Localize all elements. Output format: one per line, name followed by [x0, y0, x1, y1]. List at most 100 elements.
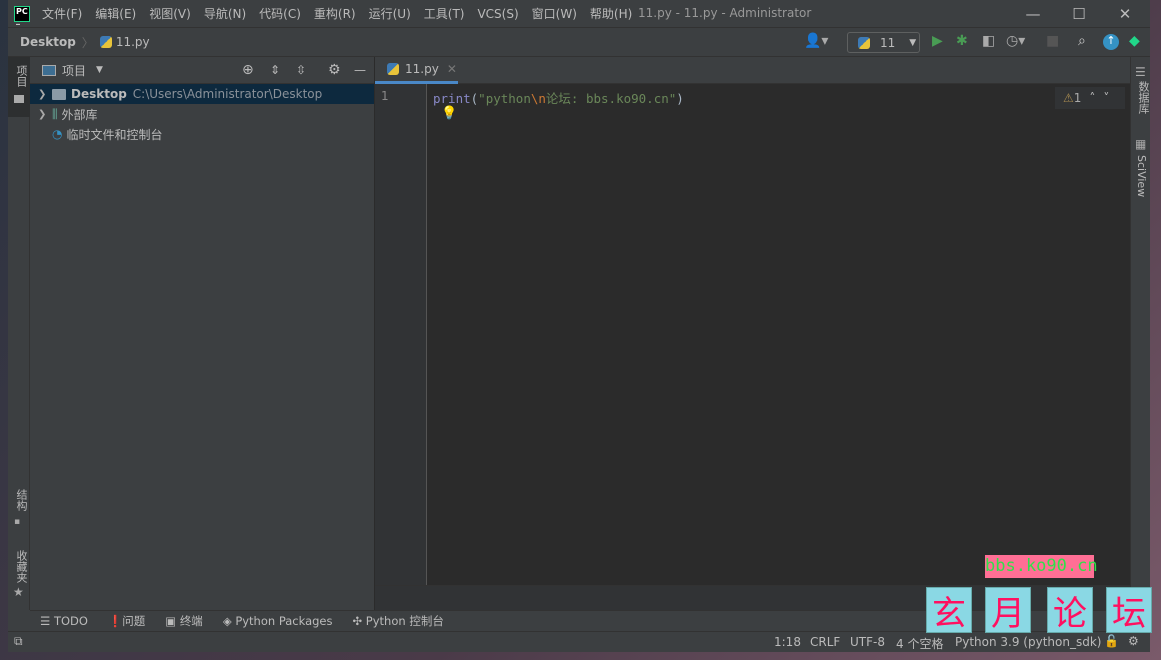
- python-icon: [858, 36, 870, 49]
- locate-icon[interactable]: ⊕: [242, 62, 254, 78]
- gear-icon[interactable]: ⚙: [328, 62, 341, 78]
- bottom-tool-tabs: ☰ TODO ❗问题 ▣ 终端 ◈ Python Packages ✣ Pyth…: [30, 610, 1150, 631]
- project-panel: 项目 ▼ ⊕ ⇕ ⇳ ⚙ — ❯ Desktop C:\Users\Admini…: [30, 57, 375, 610]
- close-tab-icon[interactable]: ✕: [447, 62, 457, 76]
- tree-item-desktop[interactable]: ❯ Desktop C:\Users\Administrator\Desktop: [30, 84, 374, 104]
- database-icon: ☰: [1135, 65, 1146, 79]
- favorites-tool-button[interactable]: 收藏夹: [13, 550, 29, 583]
- sciview-icon: ▦: [1135, 137, 1147, 151]
- watermark-char: 坛: [1106, 587, 1152, 634]
- python-interpreter[interactable]: Python 3.9 (python_sdk): [955, 635, 1101, 649]
- warning-icon: ⚠1: [1063, 91, 1082, 105]
- tree-item-scratches[interactable]: ◔ 临时文件和控制台: [30, 124, 374, 144]
- folder-icon: [14, 95, 24, 103]
- title-bar: PC _ 文件(F) 编辑(E) 视图(V) 导航(N) 代码(C) 重构(R) 运行(U) 工…: [8, 0, 1150, 28]
- event-log-icon[interactable]: ⚙: [1128, 634, 1139, 648]
- chevron-down-icon[interactable]: ▼: [96, 65, 103, 75]
- run-config-label: 11: [880, 35, 896, 50]
- search-icon[interactable]: ⌕: [1078, 33, 1086, 49]
- project-panel-title[interactable]: 项目: [62, 62, 86, 79]
- terminal-icon: ▣: [165, 614, 180, 628]
- menu-view[interactable]: 视图(V): [149, 7, 191, 21]
- sciview-tool-button[interactable]: SciView: [1135, 155, 1148, 197]
- chevron-right-icon[interactable]: ❯: [38, 109, 52, 120]
- status-bar: ⧉ 1:18 CRLF UTF-8 4 个空格 Python 3.9 (pyth…: [8, 631, 1150, 652]
- file-encoding[interactable]: UTF-8: [850, 635, 885, 649]
- line-gutter: 1: [375, 84, 427, 585]
- code-line: print("python\n论坛: bbs.ko90.cn"): [433, 91, 684, 106]
- watermark-char: 月: [985, 587, 1031, 634]
- tab-11-py[interactable]: 11.py ✕: [375, 57, 458, 84]
- todo-tab[interactable]: ☰ TODO: [40, 614, 88, 628]
- jetbrains-toolbox-icon[interactable]: ◆: [1129, 33, 1140, 49]
- chevron-up-icon[interactable]: ˄: [1089, 91, 1095, 105]
- user-icon[interactable]: 👤▾: [804, 33, 828, 49]
- tree-item-path: C:\Users\Administrator\Desktop: [132, 87, 323, 101]
- close-button[interactable]: ✕: [1102, 0, 1148, 28]
- run-icon[interactable]: ▶: [932, 33, 943, 49]
- structure-tool-button[interactable]: 结构: [13, 489, 29, 511]
- profile-icon[interactable]: ◷▾: [1006, 33, 1025, 49]
- project-tool-button[interactable]: 项目: [8, 57, 30, 117]
- minimize-button[interactable]: —: [1010, 0, 1056, 28]
- folder-icon: [52, 88, 66, 100]
- inspection-widget[interactable]: ⚠1 ˄ ˅: [1055, 87, 1125, 109]
- menu-code[interactable]: 代码(C): [259, 7, 301, 21]
- chevron-down-icon: ▼: [909, 37, 917, 48]
- python-file-icon: [99, 36, 112, 48]
- coverage-icon[interactable]: ◧: [982, 33, 995, 49]
- navigation-bar: Desktop 〉 11.py 👤▾ 11 ▼ ▶ ✱ ◧ ◷▾ ■ ⌕ ↑ ◆: [8, 28, 1150, 57]
- problems-icon: ❗: [107, 614, 123, 628]
- menu-window[interactable]: 窗口(W): [532, 7, 577, 21]
- menu-refactor[interactable]: 重构(R): [314, 7, 356, 21]
- editor-tab-bar: 11.py ✕: [375, 57, 1130, 84]
- database-tool-button[interactable]: 数据库: [1135, 81, 1151, 114]
- tree-item-external-libraries[interactable]: ❯ ⫼ 外部库: [30, 104, 374, 124]
- hide-icon[interactable]: —: [354, 63, 366, 77]
- python-packages-tab[interactable]: ◈ Python Packages: [223, 614, 333, 628]
- project-tool-label: 项目: [15, 65, 28, 87]
- menu-file[interactable]: 文件(F): [42, 7, 82, 21]
- stop-icon[interactable]: ■: [1046, 33, 1059, 49]
- line-separator[interactable]: CRLF: [810, 635, 840, 649]
- expand-all-icon[interactable]: ⇕: [270, 63, 280, 77]
- menu-vcs[interactable]: VCS(S): [477, 7, 518, 21]
- caret-position[interactable]: 1:18: [774, 635, 801, 649]
- pycharm-logo: PC _: [14, 5, 30, 25]
- structure-icon: ▪: [14, 517, 21, 527]
- collapse-all-icon[interactable]: ⇳: [296, 63, 306, 77]
- python-console-tab[interactable]: ✣ Python 控制台: [353, 613, 444, 629]
- lightbulb-icon[interactable]: 💡: [441, 106, 457, 121]
- scratches-icon: ◔: [52, 127, 63, 141]
- tool-windows-toggle-icon[interactable]: ⧉: [14, 634, 23, 649]
- terminal-tab[interactable]: ▣ 终端: [165, 613, 203, 629]
- maximize-button[interactable]: ☐: [1056, 0, 1102, 28]
- indent-setting[interactable]: 4 个空格: [896, 635, 943, 652]
- chevron-right-icon[interactable]: ❯: [38, 89, 52, 100]
- star-icon: ★: [13, 585, 24, 599]
- update-icon[interactable]: ↑: [1103, 34, 1119, 50]
- breadcrumb-file[interactable]: 11.py: [116, 35, 150, 49]
- debug-icon[interactable]: ✱: [956, 33, 968, 49]
- tree-item-label: 外部库: [61, 107, 98, 122]
- project-panel-header: 项目 ▼ ⊕ ⇕ ⇳ ⚙ —: [30, 57, 374, 84]
- breadcrumb-folder[interactable]: Desktop: [20, 35, 76, 49]
- code-editor[interactable]: 1 print("python\n论坛: bbs.ko90.cn") 💡 ⚠1 …: [375, 84, 1130, 585]
- python-icon: ✣: [352, 614, 366, 628]
- chevron-down-icon[interactable]: ˅: [1103, 91, 1109, 105]
- library-icon: ⫼: [52, 106, 58, 121]
- line-number: 1: [381, 89, 389, 103]
- watermark-url: bbs.ko90.cn: [985, 555, 1098, 578]
- python-file-icon: [387, 63, 399, 75]
- code-string: 论坛: bbs.ko90.cn": [545, 91, 677, 106]
- menu-run[interactable]: 运行(U): [369, 7, 411, 21]
- lock-icon[interactable]: 🔓: [1104, 634, 1119, 648]
- right-tool-strip: ☰ 数据库 ▦ SciView: [1130, 57, 1150, 610]
- menu-help[interactable]: 帮助(H): [590, 7, 632, 21]
- code-escape: \n: [530, 91, 546, 106]
- menu-tools[interactable]: 工具(T): [424, 7, 465, 21]
- run-config-select[interactable]: 11 ▼: [847, 32, 920, 53]
- problems-tab[interactable]: ❗问题: [108, 613, 145, 629]
- menu-navigate[interactable]: 导航(N): [204, 7, 246, 21]
- menu-edit[interactable]: 编辑(E): [95, 7, 136, 21]
